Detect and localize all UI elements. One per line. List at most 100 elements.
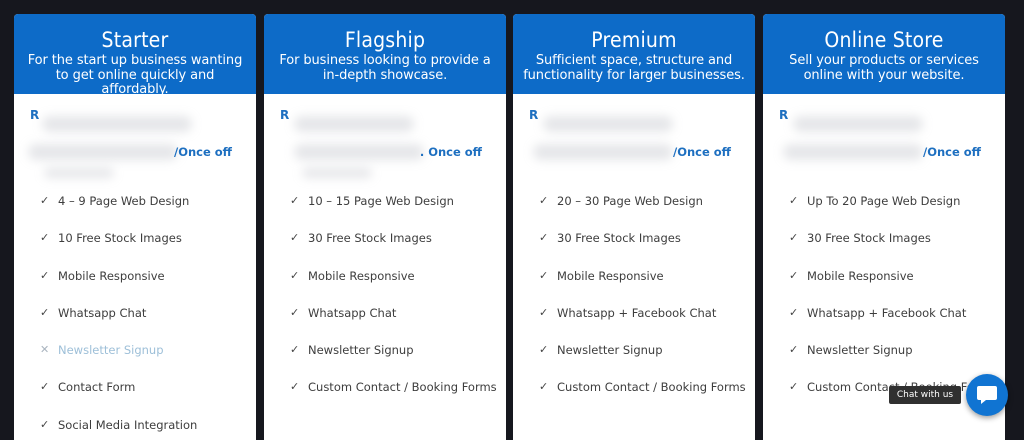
plan-title: Starter — [101, 28, 169, 52]
check-icon: ✓ — [539, 194, 549, 207]
price-period: . Once off — [419, 145, 482, 159]
check-icon: ✓ — [290, 305, 300, 319]
plan-card-flagship: Flagship For business looking to provide… — [264, 14, 506, 440]
feature-label: Newsletter Signup — [58, 343, 164, 358]
check-icon: ✓ — [539, 305, 549, 319]
check-icon: ✓ — [539, 268, 549, 282]
feature-label: 4 – 9 Page Web Design — [58, 194, 190, 208]
feature-list: ✓ 20 – 30 Page Web Design ✓ 30 Free Stock … — [513, 190, 755, 414]
check-icon: ✓ — [539, 343, 549, 357]
price-block: R /Once off — [513, 94, 755, 190]
feature-item: ✓ Whatsapp Chat — [290, 302, 506, 339]
blurred-price-amount — [42, 116, 192, 132]
feature-label: Custom Contact / Booking Forms — [308, 380, 497, 395]
plan-subtitle: For the start up business wanting to get… — [27, 53, 243, 97]
feature-label: Mobile Responsive — [807, 268, 914, 283]
chat-button[interactable] — [966, 374, 1008, 416]
feature-item: ✓ Custom Contact / Booking Forms — [539, 376, 755, 413]
feature-item: ✓ Whatsapp + Facebook Chat — [789, 302, 1005, 339]
check-icon: ✓ — [789, 343, 799, 357]
plan-card-online-store: Online Store Sell your products or servi… — [763, 14, 1005, 440]
feature-item: ✓ Mobile Responsive — [789, 265, 1005, 302]
plan-header: Starter For the start up business wantin… — [14, 14, 256, 97]
feature-item: ✓ 10 – 15 Page Web Design — [290, 190, 506, 227]
check-icon: ✓ — [40, 268, 50, 282]
feature-label: Newsletter Signup — [807, 343, 913, 358]
plan-header: Online Store Sell your products or servi… — [763, 14, 1005, 94]
feature-item: ✓ Whatsapp Chat — [40, 302, 256, 339]
price-period: /Once off — [673, 145, 731, 159]
feature-list: ✓ Up To 20 Page Web Design ✓ 30 Free Stock… — [763, 190, 1005, 414]
chat-bubble-icon — [977, 386, 997, 404]
blurred-price-amount — [783, 144, 923, 160]
feature-label: Custom Contact / Booking Forms — [557, 380, 746, 395]
plan-card-starter: Starter For the start up business wantin… — [14, 14, 256, 440]
price-currency: R — [779, 108, 789, 122]
price-block: R /Once off — [14, 94, 256, 190]
plan-title: Online Store — [824, 28, 944, 52]
plan-subtitle: For business looking to provide a in-dep… — [279, 53, 491, 83]
price-period: /Once off — [923, 145, 981, 159]
feature-label: 10 – 15 Page Web Design — [308, 194, 454, 208]
feature-item: ✓ Newsletter Signup — [290, 339, 506, 376]
feature-item: ✓ Custom Contact / Booking Forms — [290, 376, 506, 413]
check-icon: ✓ — [40, 194, 50, 207]
feature-label: Mobile Responsive — [58, 268, 165, 283]
check-icon: ✓ — [539, 231, 549, 245]
check-icon: ✓ — [40, 380, 50, 394]
price-block: R /Once off — [763, 94, 1005, 190]
blurred-price-amount — [793, 116, 923, 132]
feature-label: 10 Free Stock Images — [58, 231, 182, 246]
chat-tooltip: Chat with us — [889, 386, 961, 404]
feature-item: ✓ 20 – 30 Page Web Design — [539, 190, 755, 227]
price-period: /Once off — [174, 145, 232, 159]
feature-label: Whatsapp + Facebook Chat — [557, 305, 717, 320]
feature-item: ✓ 30 Free Stock Images — [789, 227, 1005, 264]
feature-label: Contact Form — [58, 380, 136, 395]
price-currency: R — [529, 108, 539, 122]
feature-label: Whatsapp Chat — [58, 305, 147, 320]
feature-item: ✓ Up To 20 Page Web Design — [789, 190, 1005, 227]
plan-header: Flagship For business looking to provide… — [264, 14, 506, 94]
feature-item: ✓ 30 Free Stock Images — [290, 227, 506, 264]
feature-item: ✓ Contact Form — [40, 376, 256, 413]
feature-label: Social Media Integration — [58, 417, 198, 432]
check-icon: ✓ — [789, 268, 799, 282]
feature-item: ✓ Mobile Responsive — [539, 265, 755, 302]
feature-item-excluded: ✕ Newsletter Signup — [40, 339, 256, 376]
feature-item: ✓ Newsletter Signup — [789, 339, 1005, 376]
check-icon: ✓ — [40, 417, 50, 431]
blurred-price-amount — [533, 144, 673, 160]
feature-label: Mobile Responsive — [308, 268, 415, 283]
price-currency: R — [30, 108, 40, 122]
check-icon: ✓ — [290, 343, 300, 357]
check-icon: ✓ — [789, 380, 799, 394]
plan-subtitle: Sufficient space, structure and function… — [523, 53, 745, 83]
feature-label: Mobile Responsive — [557, 268, 664, 283]
check-icon: ✓ — [40, 305, 50, 319]
feature-item: ✓ 4 – 9 Page Web Design — [40, 190, 256, 227]
plan-card-premium: Premium Sufficient space, structure and … — [513, 14, 755, 440]
feature-label: Newsletter Signup — [557, 343, 663, 358]
price-currency: R — [280, 108, 290, 122]
blurred-price-amount — [543, 116, 673, 132]
plan-subtitle: Sell your products or services online wi… — [789, 53, 979, 83]
check-icon: ✓ — [290, 380, 300, 394]
feature-label: Whatsapp Chat — [308, 305, 397, 320]
feature-item: ✓ Mobile Responsive — [40, 265, 256, 302]
feature-item: ✓ Mobile Responsive — [290, 265, 506, 302]
feature-item: ✓ Social Media Integration — [40, 414, 256, 440]
feature-label: 30 Free Stock Images — [557, 231, 681, 246]
check-icon: ✓ — [789, 231, 799, 245]
feature-item: ✓ 30 Free Stock Images — [539, 227, 755, 264]
check-icon: ✓ — [789, 305, 799, 319]
feature-label: 30 Free Stock Images — [807, 231, 931, 246]
check-icon: ✓ — [290, 194, 300, 207]
plan-header: Premium Sufficient space, structure and … — [513, 14, 755, 94]
pricing-section: Starter For the start up business wantin… — [0, 0, 1024, 440]
feature-list: ✓ 4 – 9 Page Web Design ✓ 10 Free Stock Im… — [14, 190, 256, 440]
blurred-price-amount — [294, 116, 414, 132]
check-icon: ✓ — [40, 231, 50, 245]
feature-label: Up To 20 Page Web Design — [807, 194, 961, 208]
check-icon: ✓ — [789, 194, 799, 207]
